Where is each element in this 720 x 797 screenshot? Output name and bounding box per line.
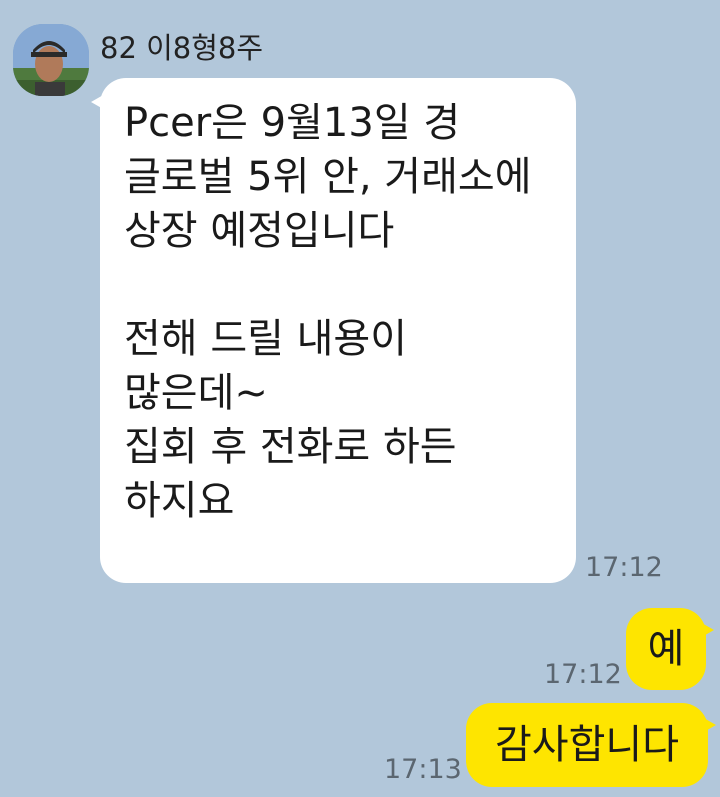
message-line: 상장 예정입니다 [124, 208, 395, 254]
message-line: 전해 드릴 내용이 [124, 316, 408, 362]
message-line: Pcer은 9월13일 경 [124, 100, 461, 146]
message-line [124, 258, 556, 312]
message-line: 많은데~ [124, 370, 268, 416]
incoming-message-time: 17:12 [585, 552, 663, 583]
message-line: 하지요 [124, 478, 235, 524]
outgoing-message-bubble[interactable]: 감사합니다 [466, 703, 716, 787]
outgoing-message-bubble[interactable]: 예 [626, 608, 714, 690]
outgoing-message-time: 17:13 [384, 754, 462, 785]
incoming-message-bubble[interactable]: Pcer은 9월13일 경 글로벌 5위 안, 거래소에 상장 예정입니다 전해… [91, 78, 576, 583]
message-line: 글로벌 5위 안, 거래소에 [124, 154, 532, 200]
avatar-photo [13, 24, 89, 96]
outgoing-message-text: 예 [647, 626, 685, 672]
sender-name: 82 이8형8주 [100, 31, 264, 65]
message-line: 집회 후 전화로 하든 [124, 424, 457, 470]
profile-avatar[interactable] [13, 24, 89, 96]
outgoing-message-text: 감사합니다 [495, 722, 679, 768]
outgoing-message-time: 17:12 [544, 659, 622, 690]
